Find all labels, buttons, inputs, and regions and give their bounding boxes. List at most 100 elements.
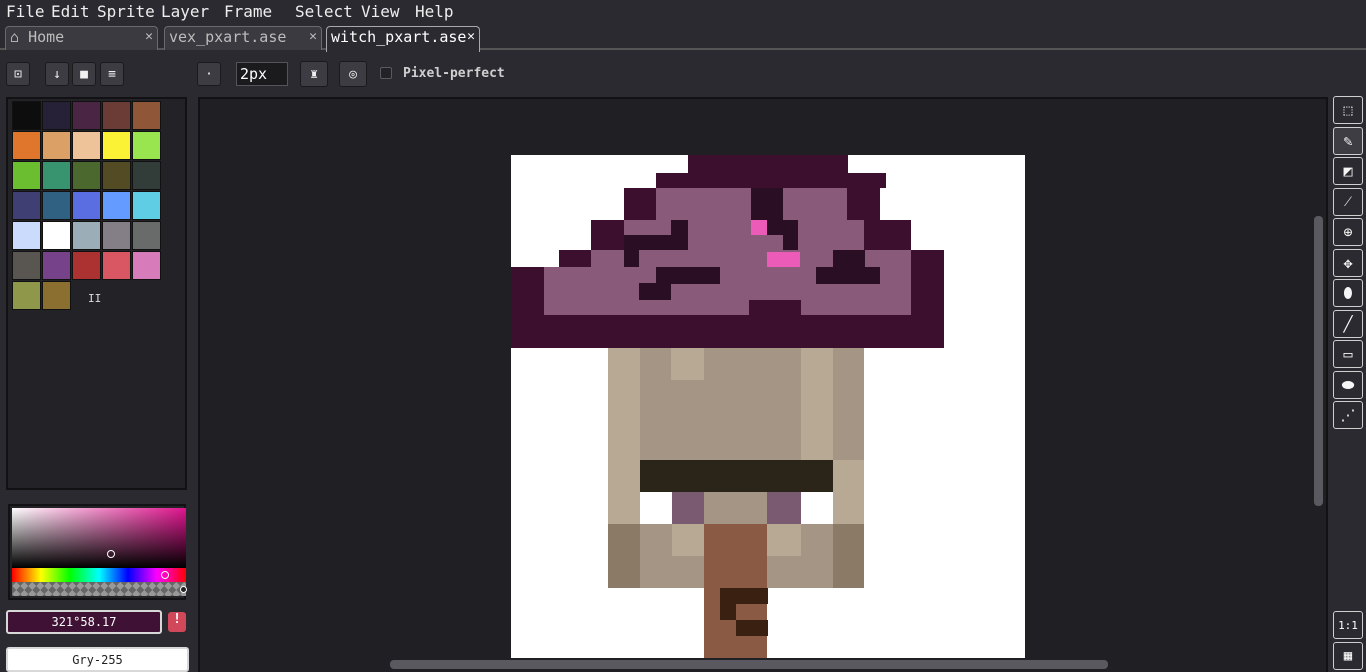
- menu-view[interactable]: View: [361, 2, 400, 21]
- close-icon[interactable]: ✕: [467, 29, 475, 44]
- menu-help[interactable]: Help: [415, 2, 454, 21]
- menu-edit[interactable]: Edit: [51, 2, 90, 21]
- palette-swatch[interactable]: [132, 221, 161, 250]
- save-icon[interactable]: ■: [72, 62, 96, 86]
- palette-swatch[interactable]: [12, 251, 41, 280]
- fill-tool[interactable]: ⬮: [1333, 279, 1363, 307]
- palette-swatch[interactable]: [72, 101, 101, 130]
- sv-cursor[interactable]: [107, 550, 115, 558]
- brush-shape-button[interactable]: ·: [197, 62, 221, 86]
- close-icon[interactable]: ✕: [309, 29, 317, 44]
- foreground-color-field[interactable]: 321°58.17: [6, 610, 162, 634]
- blur-tool[interactable]: ⋰: [1333, 401, 1363, 429]
- menu-frame[interactable]: Frame: [224, 2, 272, 21]
- sprite-pixel: [720, 604, 736, 620]
- eyedropper-tool[interactable]: ⁄: [1333, 187, 1363, 216]
- vertical-scrollbar[interactable]: [1314, 216, 1323, 506]
- palette-swatch[interactable]: [132, 251, 161, 280]
- palette-swatch[interactable]: [12, 101, 41, 130]
- timeline-icon[interactable]: ▦: [1333, 642, 1363, 670]
- tab-label: vex_pxart.ase: [169, 28, 287, 46]
- sprite-pixel: [624, 235, 688, 250]
- sprite-pixel: [656, 267, 720, 284]
- sprite-pixel: [833, 460, 864, 524]
- background-color-field[interactable]: Gry-255: [6, 647, 189, 672]
- hue-cursor[interactable]: [161, 571, 169, 579]
- palette-swatch[interactable]: [102, 101, 131, 130]
- brush-size-input[interactable]: 2px: [236, 62, 288, 86]
- alpha-slider[interactable]: [12, 582, 186, 596]
- ink-icon[interactable]: ♜: [300, 61, 328, 87]
- palette-swatch[interactable]: [72, 221, 101, 250]
- symmetry-icon[interactable]: ◎: [339, 61, 367, 87]
- palette-swatch[interactable]: [12, 191, 41, 220]
- sprite-pixel: [672, 492, 704, 524]
- sprite-pixel: [801, 492, 833, 524]
- palette-swatch[interactable]: [102, 161, 131, 190]
- sprite-pixel: [672, 524, 704, 556]
- palette-swatch[interactable]: [132, 161, 161, 190]
- line-tool[interactable]: ╱: [1333, 309, 1363, 338]
- zoom-actual-size-button[interactable]: 1:1: [1333, 611, 1363, 639]
- sprite-pixel: [671, 220, 688, 235]
- sprite-pixel: [640, 492, 672, 524]
- palette-swatch[interactable]: [132, 101, 161, 130]
- palette-swatch[interactable]: [102, 131, 131, 160]
- palette-swatch[interactable]: [72, 131, 101, 160]
- palette-swatch[interactable]: [42, 281, 71, 310]
- alpha-cursor[interactable]: [180, 586, 187, 593]
- eraser-tool[interactable]: ◩: [1333, 157, 1363, 185]
- sprite-pixel: [624, 250, 639, 267]
- sprite-pixel: [767, 252, 800, 267]
- menu-lines-icon[interactable]: ≡: [100, 62, 124, 86]
- palette-swatch[interactable]: [102, 191, 131, 220]
- arrow-down-icon[interactable]: ↓: [45, 62, 69, 86]
- palette-swatch[interactable]: [132, 191, 161, 220]
- sprite-pixel: [801, 348, 833, 460]
- contour-tool[interactable]: ⬬: [1333, 370, 1363, 399]
- tab-witch-pxart[interactable]: witch_pxart.ase ✕: [326, 26, 480, 52]
- sprite-pixel: [656, 188, 751, 220]
- sprite-pixel: [671, 348, 704, 380]
- menu-sprite[interactable]: Sprite: [97, 2, 155, 21]
- palette-swatch[interactable]: [12, 161, 41, 190]
- sprite-pixel: [833, 250, 865, 267]
- tab-vex-pxart[interactable]: vex_pxart.ase ✕: [164, 26, 322, 50]
- sprite-pixel: [608, 524, 640, 588]
- menu-file[interactable]: File: [6, 2, 45, 21]
- menu-select[interactable]: Select: [295, 2, 353, 21]
- lock-icon[interactable]: ⊡: [6, 62, 30, 86]
- warning-icon[interactable]: !: [168, 612, 186, 632]
- home-icon: ⌂: [10, 28, 20, 46]
- move-tool[interactable]: ✥: [1333, 248, 1363, 277]
- marquee-tool[interactable]: ⬚: [1333, 96, 1363, 124]
- tools-toolbar: ⬚ ✎ ◩ ⁄ ⊕ ✥ ⬮ ╱ ▭ ⬬ ⋰: [1331, 94, 1366, 434]
- palette-swatch[interactable]: [42, 251, 71, 280]
- palette-swatch[interactable]: [132, 131, 161, 160]
- sprite-pixel: [833, 524, 864, 588]
- close-icon[interactable]: ✕: [145, 29, 153, 44]
- palette-swatch[interactable]: [42, 191, 71, 220]
- rectangle-tool[interactable]: ▭: [1333, 340, 1363, 368]
- palette-swatch[interactable]: [72, 251, 101, 280]
- palette-swatch[interactable]: [72, 191, 101, 220]
- palette-swatch[interactable]: [12, 131, 41, 160]
- palette-swatch[interactable]: [42, 221, 71, 250]
- palette-swatch[interactable]: [42, 131, 71, 160]
- pencil-tool[interactable]: ✎: [1333, 126, 1363, 155]
- palette-swatch[interactable]: [102, 251, 131, 280]
- palette-swatch[interactable]: [42, 161, 71, 190]
- palette-swatch[interactable]: [12, 281, 41, 310]
- palette-swatch[interactable]: [102, 221, 131, 250]
- menu-layer[interactable]: Layer: [161, 2, 209, 21]
- tab-home[interactable]: ⌂ Home ✕: [5, 26, 158, 50]
- palette-swatch[interactable]: [42, 101, 71, 130]
- saturation-value-box[interactable]: [12, 508, 186, 568]
- palette-swatch[interactable]: [12, 221, 41, 250]
- palette-swatch[interactable]: [72, 161, 101, 190]
- sprite-canvas[interactable]: [511, 155, 1025, 658]
- pixel-perfect-checkbox[interactable]: [380, 67, 392, 79]
- horizontal-scrollbar[interactable]: [390, 660, 1108, 669]
- hue-slider[interactable]: [12, 568, 186, 582]
- zoom-tool[interactable]: ⊕: [1333, 218, 1363, 246]
